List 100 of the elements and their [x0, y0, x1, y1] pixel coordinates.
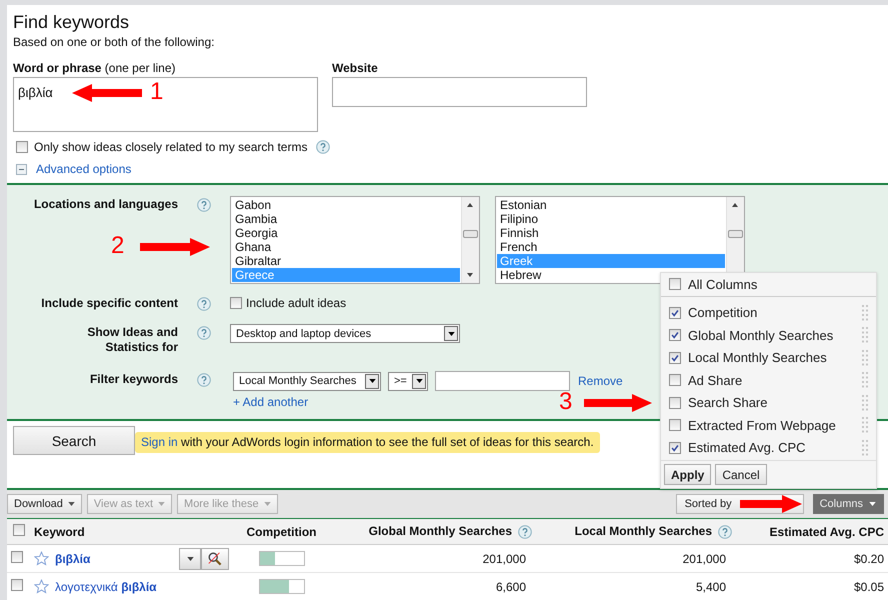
country-option[interactable]: Ghana — [232, 240, 460, 254]
checkbox[interactable] — [669, 306, 681, 319]
filter-label: Filter keywords — [88, 371, 178, 387]
caret-icon — [368, 379, 376, 383]
country-option[interactable]: Gambia — [232, 212, 460, 226]
pointer-arrow — [584, 394, 652, 412]
checkbox[interactable] — [669, 329, 681, 342]
checkbox[interactable] — [669, 419, 681, 432]
magnifier-icon — [207, 551, 223, 567]
metric-dropdown[interactable]: Local Monthly Searches — [233, 372, 381, 390]
menu-item-label[interactable]: Search Share — [688, 395, 768, 410]
field-label: Website — [332, 61, 379, 75]
language-option[interactable]: Finnish — [497, 226, 725, 240]
columns-button[interactable]: Columns — [812, 494, 884, 514]
drag-handle-icon[interactable] — [862, 417, 868, 434]
language-option[interactable]: Filipino — [497, 212, 725, 226]
page-title: Find keywords — [13, 12, 130, 33]
help-icon[interactable] — [718, 524, 732, 539]
caret-icon — [158, 502, 166, 506]
cancel-button[interactable]: Cancel — [715, 464, 767, 485]
drag-handle-icon[interactable] — [862, 372, 868, 388]
menu-item-label[interactable]: Ad Share — [688, 372, 742, 388]
remove-link[interactable]: Remove — [578, 374, 623, 388]
help-icon[interactable] — [197, 373, 211, 387]
sign-in-notice: Sign in with your AdWords login information to see the full set of ideas for this search. — [135, 432, 600, 452]
keyword-link[interactable]: λογοτεχνικά βιβλία — [55, 580, 157, 594]
row-checkbox[interactable] — [11, 551, 23, 563]
country-option[interactable]: Georgia — [232, 226, 460, 240]
table-cell: $0.20 — [854, 552, 884, 566]
search-button[interactable] — [201, 548, 229, 570]
menu-item-label[interactable]: All Columns — [688, 276, 758, 292]
drag-handle-icon[interactable] — [862, 350, 868, 366]
dropdown-button[interactable] — [179, 548, 201, 570]
website-input-field[interactable] — [332, 77, 587, 107]
competition-bar — [258, 579, 304, 594]
table-cell: 6,600 — [496, 580, 526, 594]
pointer-arrow — [72, 84, 142, 102]
drag-handle-icon[interactable] — [862, 304, 868, 321]
caret-icon — [186, 557, 194, 561]
help-icon[interactable] — [518, 524, 532, 539]
caret-icon — [68, 502, 75, 506]
collapse-icon[interactable] — [16, 164, 27, 174]
checkbox[interactable] — [669, 352, 681, 364]
menu-item-label[interactable]: Local Monthly Searches — [688, 350, 827, 366]
checkbox[interactable] — [16, 141, 28, 153]
specific-content-label: Include specific content — [40, 295, 178, 311]
country-option[interactable]: Gabon — [232, 198, 460, 212]
star-icon[interactable] — [34, 551, 49, 566]
caret-icon — [416, 379, 422, 383]
device-dropdown[interactable]: Desktop and laptop devices — [230, 324, 460, 343]
caret-icon — [869, 502, 876, 506]
star-icon[interactable] — [34, 579, 49, 594]
select-all-checkbox[interactable] — [12, 524, 24, 536]
annotation-number: 1 — [150, 78, 164, 106]
drag-handle-icon[interactable] — [862, 327, 868, 344]
menu-item-label[interactable]: Competition — [688, 305, 758, 320]
filter-value-field[interactable] — [435, 371, 570, 391]
drag-handle-icon[interactable] — [862, 394, 868, 411]
operator-dropdown[interactable]: >= — [388, 372, 428, 390]
drag-handle-icon[interactable] — [862, 440, 868, 456]
pointer-arrow — [740, 495, 802, 513]
language-option[interactable]: French — [497, 240, 725, 254]
menu-item-label[interactable]: Estimated Avg. CPC — [688, 440, 806, 456]
checkbox-label: Include adult ideas — [246, 296, 346, 310]
table-cell: $0.05 — [854, 580, 884, 594]
menu-item-label[interactable]: Extracted From Webpage — [688, 418, 836, 433]
help-icon[interactable] — [316, 140, 330, 154]
checkbox[interactable] — [230, 297, 242, 309]
annotation-number: 3 — [559, 388, 572, 416]
row-checkbox[interactable] — [11, 579, 23, 591]
locations-label: Locations and languages — [32, 196, 178, 212]
table-cell: 201,000 — [682, 552, 726, 566]
device-label: Show Ideas and Statistics for — [86, 324, 178, 355]
country-option[interactable]: Gibraltar — [232, 254, 460, 268]
checkbox[interactable] — [669, 396, 681, 409]
add-another-link[interactable]: + Add another — [233, 395, 308, 409]
search-button[interactable]: Search — [13, 426, 135, 455]
apply-button[interactable]: Apply — [664, 464, 712, 485]
help-icon[interactable] — [197, 198, 211, 212]
checkbox[interactable] — [669, 278, 681, 290]
pointer-arrow — [140, 238, 210, 256]
language-option[interactable]: Estonian — [497, 198, 725, 212]
menu-item-label[interactable]: Global Monthly Searches — [688, 328, 834, 343]
subtitle: Based on one or both of the following: — [13, 35, 216, 49]
checkbox[interactable] — [669, 374, 681, 386]
sign-in-link[interactable]: Sign in — [141, 434, 178, 448]
toolbar-button[interactable]: Download — [7, 494, 82, 514]
keyword-link[interactable]: βιβλία — [55, 552, 90, 566]
competition-bar — [258, 551, 304, 566]
field-label: Word or phrase (one per line) — [13, 61, 177, 75]
checkbox[interactable] — [669, 442, 681, 454]
help-icon[interactable] — [197, 297, 211, 311]
caret-icon — [448, 332, 454, 336]
table-cell: 201,000 — [482, 552, 526, 566]
column-header[interactable]: Keyword — [34, 524, 85, 538]
checkbox-label: Only show ideas closely related to my search terms — [34, 140, 308, 154]
scrollbar[interactable] — [461, 197, 479, 283]
advanced-options-link[interactable]: Advanced options — [36, 162, 132, 176]
table-cell: 5,400 — [696, 580, 726, 594]
help-icon[interactable] — [197, 326, 211, 340]
